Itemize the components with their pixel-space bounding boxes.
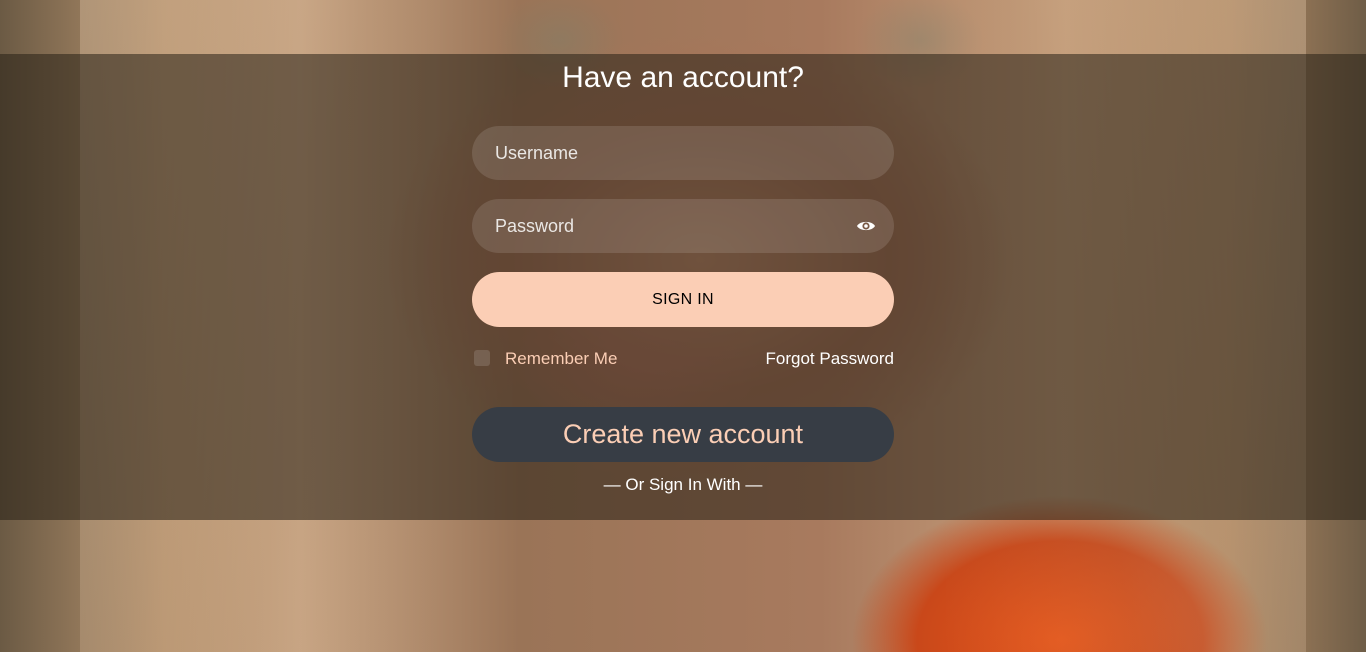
forgot-password-link[interactable]: Forgot Password [766, 349, 895, 369]
password-input[interactable] [495, 216, 871, 237]
sign-in-button[interactable]: SIGN IN [472, 272, 894, 327]
username-input[interactable] [495, 143, 871, 164]
password-field [472, 199, 894, 253]
login-page: Have an account? SIGN IN Remember Me For… [0, 0, 1366, 652]
login-title: Have an account? [472, 58, 894, 98]
or-sign-in-with-text: — Or Sign In With — [472, 475, 894, 495]
create-account-button[interactable]: Create new account [472, 407, 894, 462]
login-form: Have an account? SIGN IN Remember Me For… [472, 54, 894, 520]
remember-row: Remember Me Forgot Password [472, 347, 894, 373]
username-field [472, 126, 894, 180]
remember-me-checkbox[interactable] [474, 350, 490, 366]
remember-me-label[interactable]: Remember Me [505, 349, 617, 369]
eye-icon[interactable] [856, 216, 876, 236]
